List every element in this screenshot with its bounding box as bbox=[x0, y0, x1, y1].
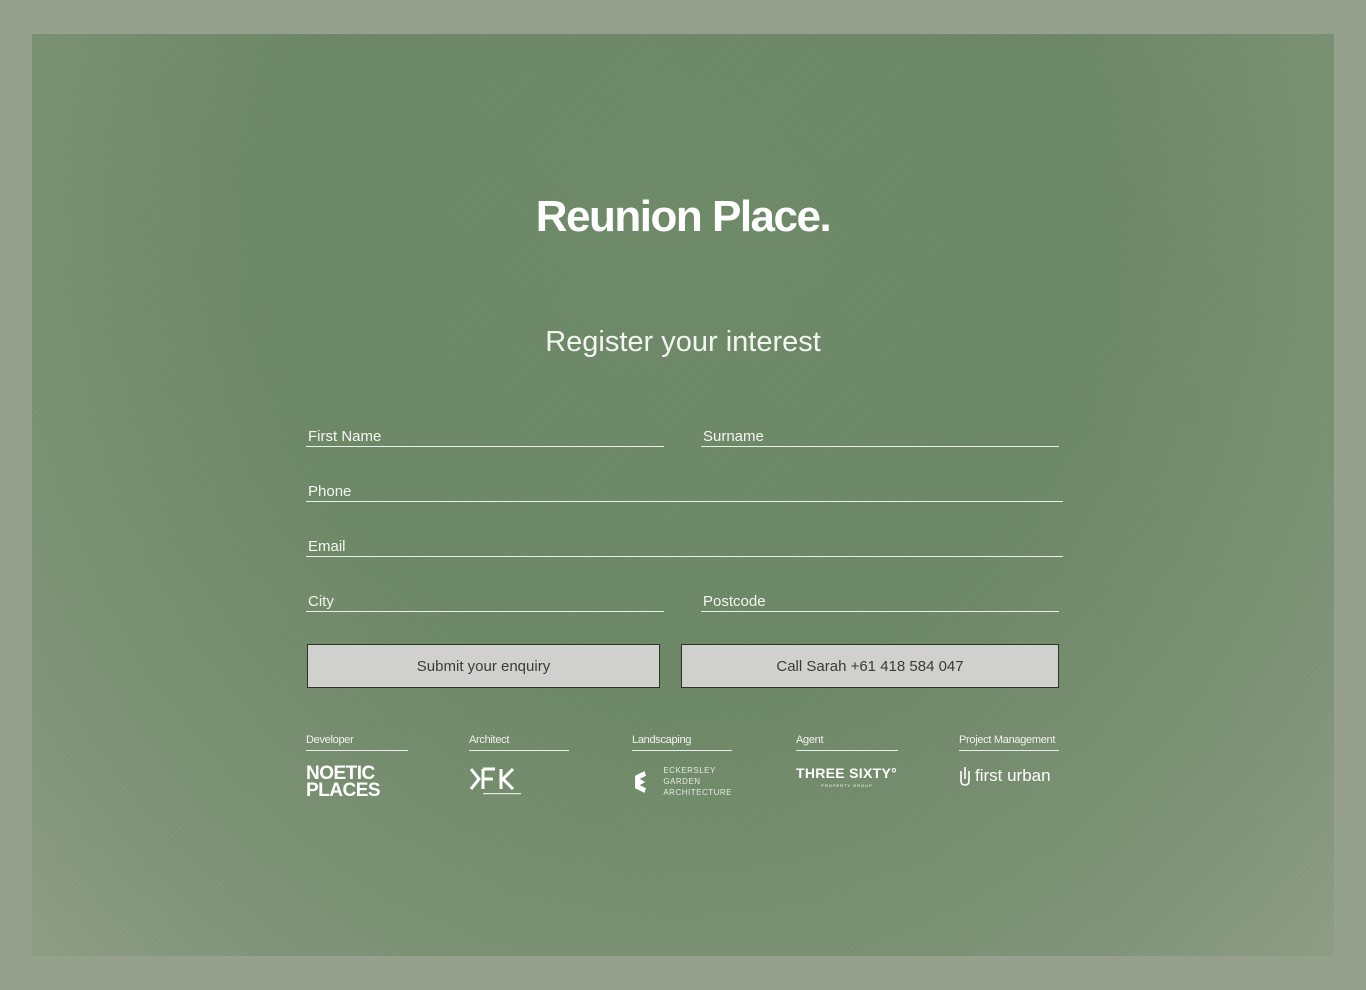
brand-title: Reunion Place. bbox=[535, 192, 832, 241]
form-heading: Register your interest bbox=[545, 326, 821, 358]
postcode-field-wrapper bbox=[701, 588, 1059, 612]
credit-label-agent: Agent bbox=[796, 734, 898, 751]
phone-field-wrapper bbox=[306, 478, 1063, 502]
first-urban-logo[interactable]: first urban bbox=[959, 765, 1059, 787]
credit-label-developer: Developer bbox=[306, 734, 408, 751]
first-name-field-wrapper bbox=[306, 423, 664, 447]
eckersley-e-icon bbox=[635, 770, 646, 793]
email-field-wrapper bbox=[306, 533, 1063, 557]
surname-input[interactable] bbox=[701, 423, 1059, 446]
credit-landscaping: Landscaping ECKERSLEY GARDEN ARCHITECTUR… bbox=[632, 734, 732, 798]
credit-project-management: Project Management first urban bbox=[959, 734, 1059, 787]
page-panel: Reunion Place. Register your interest Su… bbox=[32, 34, 1334, 956]
email-input[interactable] bbox=[306, 533, 1063, 556]
credit-label-project-management: Project Management bbox=[959, 734, 1059, 751]
city-input[interactable] bbox=[306, 588, 664, 611]
credit-agent: Agent THREE SIXTY° PROPERTY GROUP bbox=[796, 734, 898, 788]
postcode-input[interactable] bbox=[701, 588, 1059, 611]
credit-label-landscaping: Landscaping bbox=[632, 734, 732, 751]
surname-field-wrapper bbox=[701, 423, 1059, 447]
fk-logo[interactable] bbox=[469, 765, 569, 802]
city-field-wrapper bbox=[306, 588, 664, 612]
submit-enquiry-button[interactable]: Submit your enquiry bbox=[307, 644, 660, 688]
phone-input[interactable] bbox=[306, 478, 1063, 501]
noetic-places-logo[interactable]: NOETIC PLACES bbox=[306, 764, 408, 800]
credit-architect: Architect bbox=[469, 734, 569, 802]
credit-label-architect: Architect bbox=[469, 734, 569, 751]
call-sarah-button[interactable]: Call Sarah +61 418 584 047 bbox=[681, 644, 1059, 688]
credit-developer: Developer NOETIC PLACES bbox=[306, 734, 408, 800]
first-name-input[interactable] bbox=[306, 423, 664, 446]
fk-logo-icon bbox=[469, 767, 521, 795]
first-urban-mark-icon bbox=[960, 767, 970, 786]
three-sixty-logo[interactable]: THREE SIXTY° PROPERTY GROUP bbox=[796, 765, 898, 788]
eckersley-logo[interactable]: ECKERSLEY GARDEN ARCHITECTURE bbox=[632, 765, 732, 798]
